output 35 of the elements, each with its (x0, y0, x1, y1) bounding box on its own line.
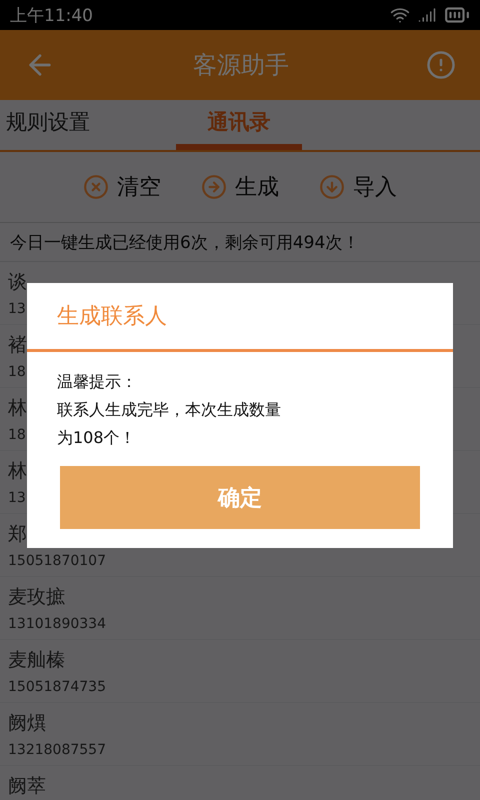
contact-name: 阙熼 (8, 711, 46, 736)
contact-name: 麦舢榛 (8, 648, 65, 673)
confirm-button[interactable]: 确定 (60, 466, 420, 529)
contact-name: 阙萃 (8, 774, 46, 799)
app-title: 客源助手 (193, 50, 289, 81)
info-icon[interactable] (426, 50, 456, 80)
contact-name: 林 (8, 396, 27, 421)
contact-phone: 15051870107 (8, 553, 106, 569)
contact-name: 麦玫摭 (8, 585, 65, 610)
contact-phone: 18 (8, 364, 26, 380)
tab[interactable]: 通讯录 (176, 100, 302, 150)
dialog-message: 温馨提示： (57, 371, 138, 393)
toolbar-button[interactable]: 导入 (313, 171, 403, 203)
dialog-message: 联系人生成完毕，本次生成数量 (57, 399, 282, 421)
contact-phone: 13218087557 (8, 742, 106, 758)
contact-name: 林 (8, 459, 27, 484)
contact-phone: 13101890334 (8, 616, 106, 632)
arrow-right-icon (201, 174, 227, 200)
signal-icon (418, 6, 436, 24)
contact-phone: 13 (8, 301, 26, 317)
contact-phone: 13 (8, 490, 26, 506)
contact-name: 谈 (8, 270, 27, 295)
arrow-down-icon (319, 174, 345, 200)
toolbar-button[interactable]: 清空 (77, 171, 167, 203)
contact-phone: 15051874735 (8, 679, 106, 695)
status-time: 上午11:40 (10, 4, 93, 26)
contact-phone: 18 (8, 427, 26, 443)
contact-name: 郑 (8, 522, 27, 547)
dialog-message: 为108个！ (57, 427, 137, 449)
tab[interactable]: 规则设置 (0, 100, 170, 150)
clear-icon (83, 174, 109, 200)
contact-name: 褚 (8, 333, 27, 358)
dialog-title: 生成联系人 (27, 283, 453, 352)
toolbar-button[interactable]: 生成 (195, 171, 285, 203)
usage-notice: 今日一键生成已经使用6次，剩余可用494次！ (0, 223, 480, 262)
